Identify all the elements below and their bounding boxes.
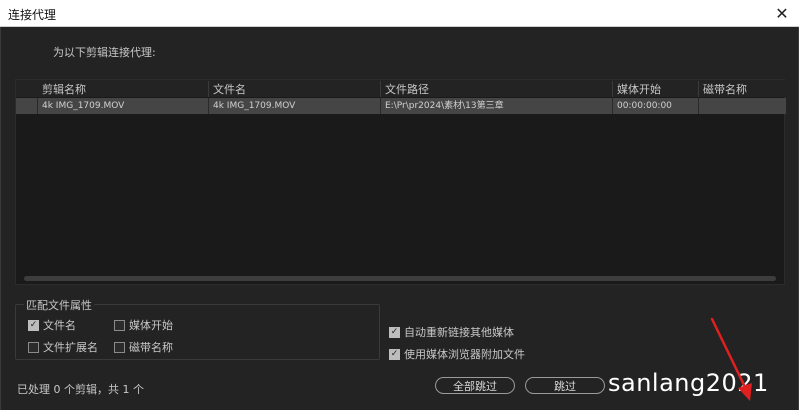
checkbox-auto-relink[interactable]: ✓ 自动重新链接其他媒体 [389,324,514,340]
checkbox-unchecked-icon [114,341,125,353]
checkbox-label: 自动重新链接其他媒体 [404,326,514,339]
checkbox-tape-name[interactable]: 磁带名称 [114,339,173,355]
checkbox-file-extension[interactable]: 文件扩展名 [28,339,98,355]
column-header-file-path[interactable]: 文件路径 [381,81,613,97]
title-bar: 连接代理 ✕ [0,0,799,27]
checkbox-checked-icon: ✓ [389,348,400,360]
checkbox-label: 文件名 [43,319,76,332]
checkbox-file-name[interactable]: ✓ 文件名 [28,317,76,333]
checkbox-media-start[interactable]: 媒体开始 [114,317,173,333]
checkbox-label: 磁带名称 [129,341,173,354]
column-header-media-start[interactable]: 媒体开始 [613,81,699,97]
checkbox-label: 媒体开始 [129,319,173,332]
checkbox-label: 文件扩展名 [43,341,98,354]
cell-media-start: 00:00:00:00 [613,98,699,114]
cell-file-path: E:\Pr\pr2024\素材\13第三章 [381,98,613,114]
column-header-clip-name[interactable]: 剪辑名称 [38,81,209,97]
cell-file-name: 4k IMG_1709.MOV [209,98,381,114]
window-title: 连接代理 [8,8,57,22]
skip-button[interactable]: 跳过 [525,377,605,394]
group-title: 匹配文件属性 [24,297,94,313]
column-header-tape-name[interactable]: 磁带名称 [699,81,786,97]
row-selector [16,98,38,114]
match-properties-group: 匹配文件属性 ✓ 文件名 媒体开始 文件扩展名 磁带名称 [15,297,380,360]
checkbox-media-browser[interactable]: ✓ 使用媒体浏览器附加文件 [389,346,525,362]
cell-tape-name [699,98,786,114]
checkbox-label: 使用媒体浏览器附加文件 [404,348,525,361]
horizontal-scrollbar[interactable] [24,276,776,281]
checkbox-unchecked-icon [114,319,125,331]
skip-all-button[interactable]: 全部跳过 [435,377,515,394]
clip-table: 剪辑名称 文件名 文件路径 媒体开始 磁带名称 4k IMG_1709.MOV … [15,79,786,285]
table-row[interactable]: 4k IMG_1709.MOV 4k IMG_1709.MOV E:\Pr\pr… [16,98,786,114]
dialog-body: 为以下剪辑连接代理: 剪辑名称 文件名 文件路径 媒体开始 磁带名称 4k IM… [0,27,799,410]
cell-clip-name: 4k IMG_1709.MOV [38,98,209,114]
close-icon: ✕ [775,4,789,23]
status-text: 已处理 0 个剪辑，共 1 个 [17,383,144,396]
checkbox-unchecked-icon [28,341,39,353]
checkbox-checked-icon: ✓ [28,319,39,331]
close-button[interactable]: ✕ [765,0,799,27]
column-header-file-name[interactable]: 文件名 [209,81,381,97]
checkbox-checked-icon: ✓ [389,326,400,338]
instruction-text: 为以下剪辑连接代理: [53,46,156,59]
table-header: 剪辑名称 文件名 文件路径 媒体开始 磁带名称 [16,80,786,97]
annotation-arrow-icon [710,317,752,401]
